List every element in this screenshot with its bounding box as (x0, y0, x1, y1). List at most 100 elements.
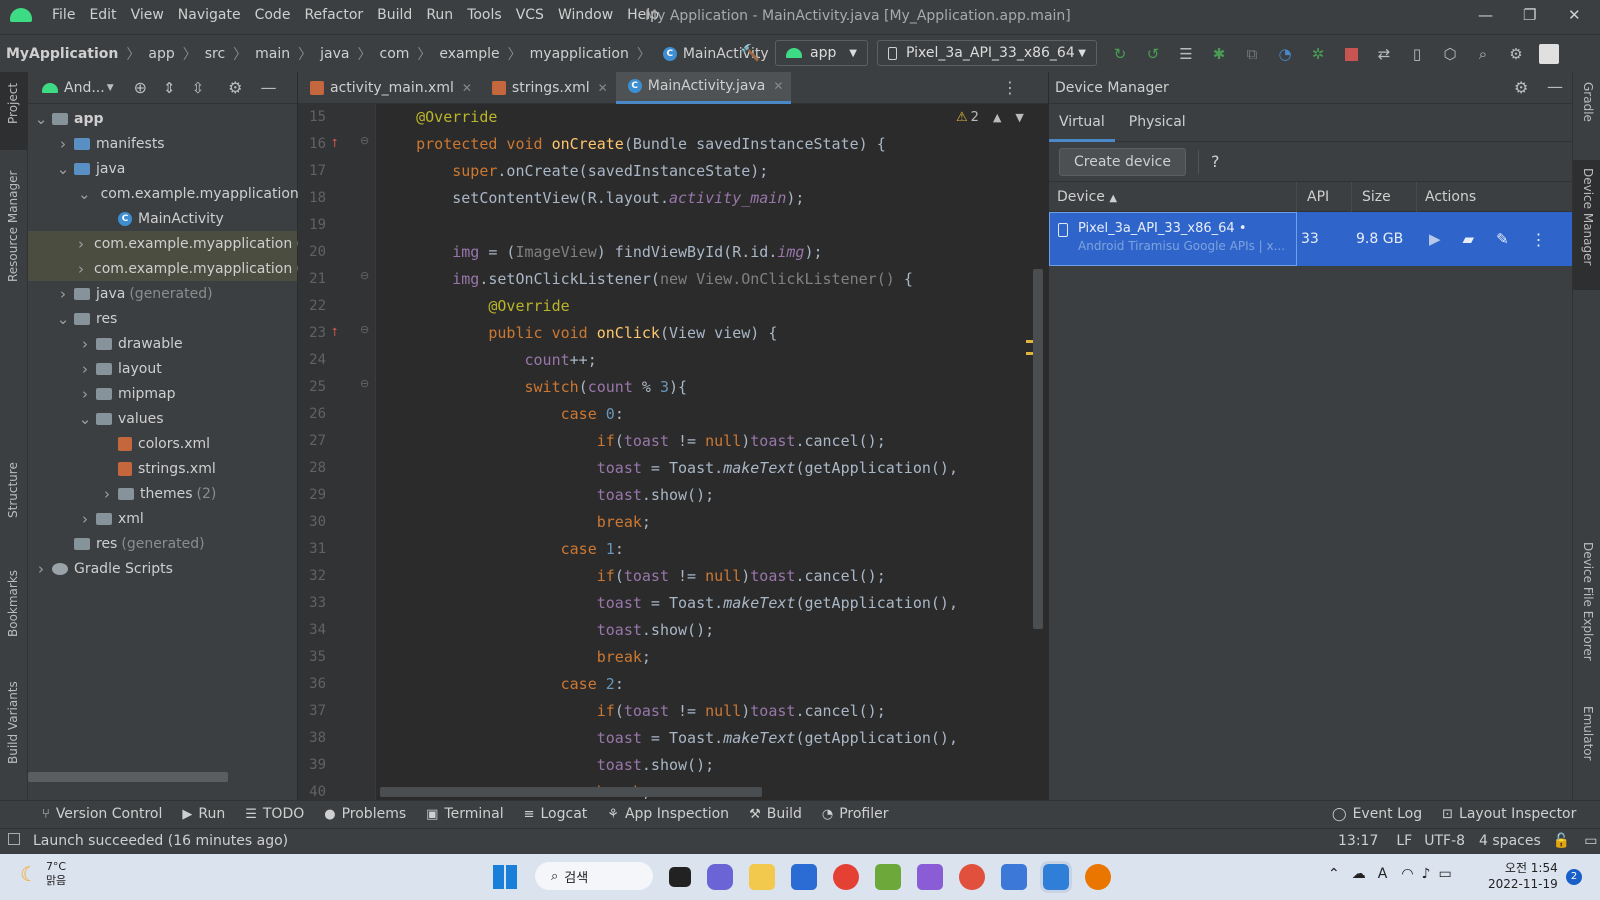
status-toggle-icon[interactable] (8, 833, 20, 845)
previous-highlight-icon[interactable]: ▲ (993, 111, 1001, 124)
status-message[interactable]: Launch succeeded (16 minutes ago) (33, 833, 288, 849)
sdk-manager-icon[interactable]: ⬡ (1440, 44, 1460, 64)
hide-panel-icon[interactable]: — (1547, 77, 1563, 96)
chevron-right-icon[interactable]: › (78, 360, 92, 378)
device-selector[interactable]: Pixel_3a_API_33_x86_64 ▼ (877, 40, 1097, 66)
tree-item[interactable]: › mipmap (28, 381, 297, 406)
close-window-button[interactable]: ✕ (1568, 6, 1581, 24)
attach-icon[interactable]: ✲ (1308, 44, 1328, 64)
device-cell[interactable]: Pixel_3a_API_33_x86_64 • Android Tiramis… (1049, 212, 1297, 266)
todo-button[interactable]: ☰ TODO (245, 806, 304, 822)
debug-icon[interactable]: ✱ (1209, 44, 1229, 64)
profiler-button[interactable]: ◔ Profiler (822, 806, 889, 822)
breadcrumb-item[interactable]: example (439, 46, 499, 62)
list-icon[interactable]: ☰ (1176, 44, 1196, 64)
build-variants-tool-tab[interactable]: Build Variants (6, 681, 20, 764)
tree-item[interactable]: › manifests (28, 131, 297, 156)
breadcrumb-item[interactable]: MyApplication (6, 46, 118, 62)
hide-panel-icon[interactable]: — (261, 78, 277, 97)
breadcrumb-item[interactable]: app (148, 46, 174, 62)
chevron-right-icon[interactable]: › (56, 135, 70, 153)
chevron-down-icon[interactable]: ⌄ (56, 310, 70, 328)
create-device-button[interactable]: Create device (1059, 147, 1186, 176)
column-header-device[interactable]: Device ▲ (1049, 181, 1297, 212)
indent-setting[interactable]: 4 spaces (1479, 833, 1541, 849)
clock[interactable]: 오전 1:54 2022-11-19 (1488, 860, 1558, 892)
menu-code[interactable]: Code (255, 7, 291, 23)
vertical-scrollbar[interactable] (1033, 269, 1043, 629)
ime-icon[interactable]: A (1378, 866, 1388, 882)
launch-icon[interactable]: ▶ (1429, 230, 1441, 248)
apply-changes-icon[interactable]: ↻ (1110, 44, 1130, 64)
more-tabs-icon[interactable]: ⋮ (1002, 78, 1018, 97)
edit-icon[interactable]: ✎ (1496, 230, 1509, 248)
chevron-right-icon[interactable]: › (78, 260, 84, 278)
tree-item[interactable]: › java (generated) (28, 281, 297, 306)
tree-item[interactable]: › xml (28, 506, 297, 531)
cursor-position[interactable]: 13:17 (1338, 833, 1378, 849)
tree-item[interactable]: colors.xml (28, 431, 297, 456)
line-separator[interactable]: LF (1396, 833, 1412, 849)
fold-icon[interactable]: ⊖ (360, 269, 369, 282)
gear-icon[interactable]: ⚙ (1506, 44, 1526, 64)
fold-icon[interactable]: ⊖ (360, 134, 369, 147)
menu-view[interactable]: View (131, 7, 164, 23)
menu-refactor[interactable]: Refactor (304, 7, 363, 23)
tree-item[interactable]: C MainActivity (28, 206, 297, 231)
horizontal-scrollbar[interactable] (28, 772, 228, 782)
attach-debugger-icon[interactable]: ⧉ (1242, 44, 1262, 64)
chevron-right-icon[interactable]: › (34, 560, 48, 578)
chevron-right-icon[interactable]: › (78, 510, 92, 528)
menu-vcs[interactable]: VCS (516, 7, 544, 23)
bookmarks-tool-tab[interactable]: Bookmarks (6, 570, 20, 637)
chevron-right-icon[interactable]: › (78, 335, 92, 353)
column-header-size[interactable]: Size on... (1352, 181, 1417, 235)
speaker-icon[interactable]: ♪ (1422, 866, 1431, 882)
menu-edit[interactable]: Edit (89, 7, 116, 23)
menu-navigate[interactable]: Navigate (178, 7, 241, 23)
close-tab-icon[interactable]: ✕ (773, 79, 783, 93)
override-marker-icon[interactable]: ⭡ (332, 136, 338, 151)
column-header-actions[interactable]: Actions (1417, 182, 1476, 212)
tree-item[interactable]: strings.xml (28, 456, 297, 481)
inspection-widget[interactable]: ⚠ 2 ▲ ▼ (956, 110, 1024, 125)
folder-icon[interactable]: ▰ (1463, 230, 1475, 248)
tree-item[interactable]: › themes (2) (28, 481, 297, 506)
event-log-button[interactable]: ◯ Event Log (1332, 806, 1422, 822)
chevron-down-icon[interactable]: ⌄ (78, 185, 91, 203)
device-file-explorer-tool-tab[interactable]: Device File Explorer (1581, 542, 1595, 661)
chevron-down-icon[interactable]: ⌄ (34, 110, 48, 128)
chevron-right-icon[interactable]: › (78, 235, 84, 253)
chevron-up-icon[interactable]: ⌃ (1328, 866, 1340, 882)
gradle-tool-tab[interactable]: Gradle (1581, 82, 1595, 122)
chevron-right-icon[interactable]: › (56, 285, 70, 303)
breadcrumb-item[interactable]: main (255, 46, 290, 62)
battery-icon[interactable]: ▭ (1438, 866, 1451, 882)
tab-strings-xml[interactable]: strings.xml ✕ (480, 72, 616, 104)
menu-build[interactable]: Build (377, 7, 412, 23)
tree-item[interactable]: res (generated) (28, 531, 297, 556)
locate-icon[interactable]: ⊕ (134, 78, 147, 97)
store-icon[interactable] (791, 864, 817, 890)
fold-icon[interactable]: ⊖ (360, 377, 369, 390)
breadcrumb-item[interactable]: src (205, 46, 225, 62)
more-actions-icon[interactable]: ⋮ (1531, 230, 1547, 249)
chrome-icon[interactable] (833, 864, 859, 890)
tab-activity_main-xml[interactable]: activity_main.xml ✕ (298, 72, 480, 104)
taskbar-search[interactable]: ⌕ 검색 (535, 862, 653, 890)
tab-mainactivity-java[interactable]: C MainActivity.java ✕ (615, 71, 792, 104)
hammer-icon[interactable]: 🔨 (740, 43, 760, 62)
tree-item[interactable]: ⌄ com.example.myapplication (28, 181, 299, 206)
menu-tools[interactable]: Tools (467, 7, 502, 23)
expand-all-icon[interactable]: ⇕ (163, 79, 176, 97)
breadcrumb-item[interactable]: com (380, 46, 410, 62)
tree-item[interactable]: › Gradle Scripts (28, 556, 297, 581)
resource-manager-tool-tab[interactable]: Resource Manager (6, 171, 20, 282)
chevron-down-icon[interactable]: ▼ (107, 83, 114, 93)
avatar[interactable] (1539, 44, 1559, 64)
device-manager-tool-tab[interactable]: Device Manager (1581, 168, 1595, 265)
tab-virtual[interactable]: Virtual (1049, 104, 1115, 142)
gear-icon[interactable]: ⚙ (1514, 78, 1528, 97)
tree-item[interactable]: › layout (28, 356, 297, 381)
memory-icon[interactable]: ▭ (1584, 833, 1597, 849)
